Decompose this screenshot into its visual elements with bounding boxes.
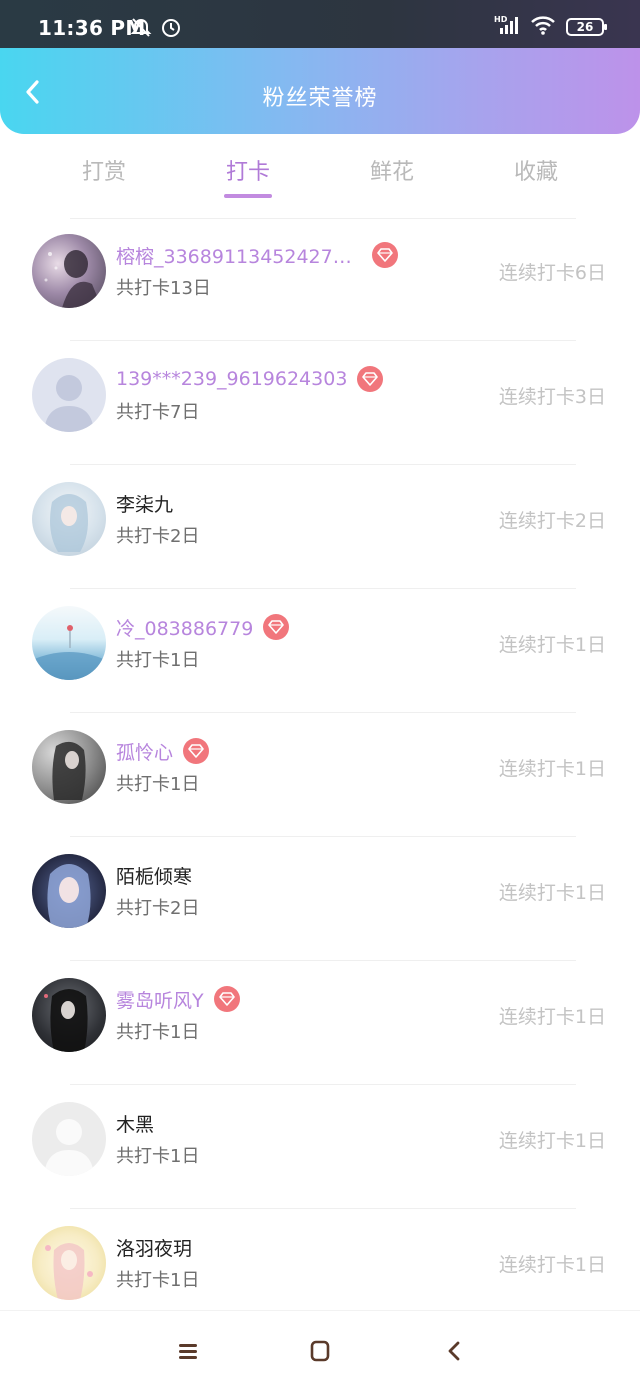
- list-item[interactable]: 冷_083886779 共打卡1日 连续打卡1日: [0, 590, 640, 714]
- total-checkins: 共打卡2日: [116, 898, 200, 919]
- avatar: [32, 730, 106, 804]
- avatar: [32, 854, 106, 928]
- page-title: 粉丝荣誉榜: [262, 86, 378, 111]
- hd-signal-icon: HD: [494, 14, 520, 40]
- list-item[interactable]: 榕榕_336891134524278... 共打卡13日 连续打卡6日: [0, 218, 640, 342]
- svg-text:HD: HD: [494, 15, 508, 24]
- total-checkins: 共打卡1日: [116, 650, 200, 671]
- total-checkins: 共打卡7日: [116, 402, 200, 423]
- divider: [70, 464, 576, 465]
- divider: [70, 340, 576, 341]
- diamond-icon: [357, 366, 384, 392]
- name-line: 冷_083886779: [116, 614, 290, 640]
- streak-checkins: 连续打卡1日: [498, 1130, 606, 1152]
- name-line: 139***239_9619624303: [116, 366, 384, 392]
- name-line: 雾岛听风Y: [116, 986, 240, 1012]
- tab-reward[interactable]: 打赏: [54, 154, 154, 186]
- avatar: [32, 978, 106, 1052]
- divider: [70, 1208, 576, 1209]
- list-item[interactable]: 木黑 共打卡1日 连续打卡1日: [0, 1086, 640, 1210]
- fan-name: 洛羽夜玥: [116, 1237, 193, 1260]
- mute-bell-icon: [130, 16, 152, 42]
- streak-checkins: 连续打卡1日: [498, 882, 606, 904]
- tab-flowers[interactable]: 鲜花: [342, 154, 442, 186]
- fan-name: 李柒九: [116, 493, 174, 516]
- wifi-icon: [530, 14, 556, 40]
- status-icons-left: [130, 16, 182, 42]
- avatar: [32, 1102, 106, 1176]
- streak-checkins: 连续打卡1日: [498, 1006, 606, 1028]
- streak-checkins: 连续打卡3日: [498, 386, 606, 408]
- name-line: 洛羽夜玥: [116, 1234, 192, 1260]
- streak-checkins: 连续打卡1日: [498, 634, 606, 656]
- divider: [70, 712, 576, 713]
- alarm-icon: [160, 16, 182, 42]
- avatar: [32, 482, 106, 556]
- divider: [70, 1084, 576, 1085]
- tab-favorites[interactable]: 收藏: [486, 154, 586, 186]
- name-line: 木黑: [116, 1110, 154, 1136]
- avatar: [32, 1226, 106, 1300]
- fan-name: 榕榕_336891134524278...: [116, 245, 362, 268]
- total-checkins: 共打卡1日: [116, 774, 200, 795]
- diamond-icon: [213, 986, 240, 1012]
- name-line: 陌栀倾寒: [116, 862, 192, 888]
- header-bar: 粉丝荣誉榜: [0, 48, 640, 134]
- diamond-icon: [263, 614, 290, 640]
- system-nav-bar: [0, 1310, 640, 1387]
- total-checkins: 共打卡13日: [116, 278, 211, 299]
- avatar: [32, 234, 106, 308]
- avatar: [32, 358, 106, 432]
- list-item[interactable]: 李柒九 共打卡2日 连续打卡2日: [0, 466, 640, 590]
- menu-icon[interactable]: [174, 1337, 202, 1365]
- back-chevron-icon[interactable]: [440, 1337, 468, 1365]
- list-item[interactable]: 孤怜心 共打卡1日 连续打卡1日: [0, 714, 640, 838]
- list-item[interactable]: 雾岛听风Y 共打卡1日 连续打卡1日: [0, 962, 640, 1086]
- streak-checkins: 连续打卡6日: [498, 262, 606, 284]
- name-line: 孤怜心: [116, 738, 210, 764]
- fan-name: 139***239_9619624303: [116, 368, 348, 390]
- divider: [70, 588, 576, 589]
- tab-bar: 打赏 打卡 鲜花 收藏: [0, 140, 640, 200]
- total-checkins: 共打卡2日: [116, 526, 200, 547]
- diamond-icon: [372, 242, 398, 268]
- fan-name: 冷_083886779: [116, 617, 254, 640]
- home-square-icon[interactable]: [306, 1337, 334, 1365]
- streak-checkins: 连续打卡2日: [498, 510, 606, 532]
- divider: [70, 960, 576, 961]
- name-line: 榕榕_336891134524278...: [116, 242, 398, 268]
- total-checkins: 共打卡1日: [116, 1146, 200, 1167]
- name-line: 李柒九: [116, 490, 173, 516]
- status-bar: 11:36 PM HD 26: [0, 0, 640, 48]
- fan-name: 陌栀倾寒: [116, 865, 193, 888]
- total-checkins: 共打卡1日: [116, 1270, 200, 1291]
- streak-checkins: 连续打卡1日: [498, 1254, 606, 1276]
- total-checkins: 共打卡1日: [116, 1022, 200, 1043]
- avatar: [32, 606, 106, 680]
- diamond-icon: [183, 738, 210, 764]
- status-icons-right: HD 26: [494, 14, 607, 40]
- fan-name: 孤怜心: [116, 741, 174, 764]
- tab-checkin[interactable]: 打卡: [198, 154, 298, 186]
- streak-checkins: 连续打卡1日: [498, 758, 606, 780]
- active-tab-indicator: [224, 194, 272, 198]
- fan-name: 雾岛听风Y: [116, 989, 204, 1012]
- divider: [70, 836, 576, 837]
- list-item[interactable]: 陌栀倾寒 共打卡2日 连续打卡1日: [0, 838, 640, 962]
- list-item[interactable]: 139***239_9619624303 共打卡7日 连续打卡3日: [0, 342, 640, 466]
- fan-name: 木黑: [116, 1113, 155, 1136]
- battery-icon: 26: [566, 18, 607, 36]
